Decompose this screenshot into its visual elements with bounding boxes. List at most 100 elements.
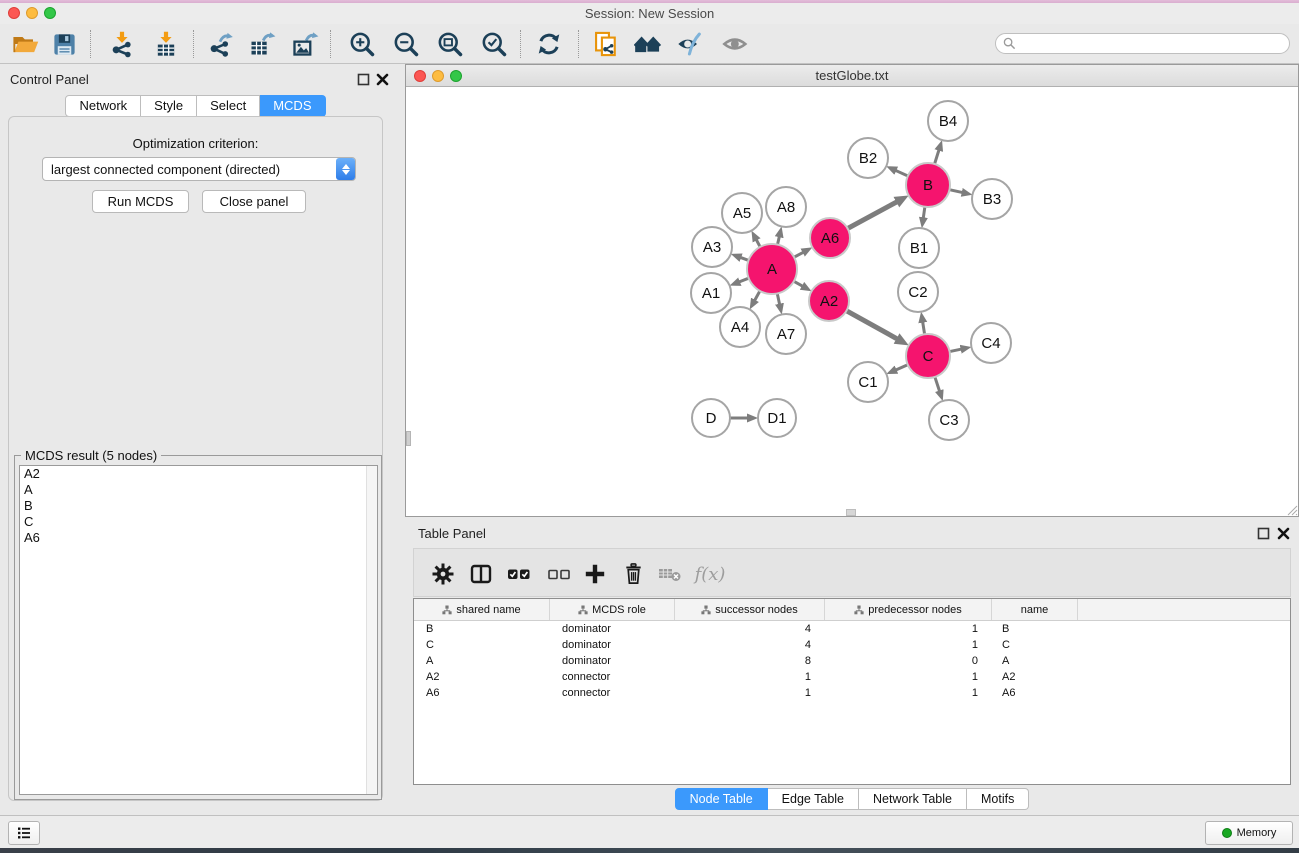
graph-node-label: D — [706, 410, 717, 427]
select-all-columns-button[interactable] — [502, 557, 536, 591]
create-column-button[interactable] — [578, 557, 612, 591]
tab-mcds[interactable]: MCDS — [260, 95, 325, 117]
zoom-fit-button[interactable] — [432, 27, 468, 61]
tab-select[interactable]: Select — [197, 95, 260, 117]
table-row[interactable]: C dominator 4 1 C — [414, 637, 1290, 653]
result-item[interactable]: A — [20, 482, 377, 498]
show-column-panel-button[interactable] — [464, 557, 498, 591]
export-image-button[interactable] — [287, 27, 323, 61]
export-table-button[interactable] — [244, 27, 280, 61]
zoom-network-window-button[interactable] — [450, 70, 462, 82]
graph-node-A[interactable]: A — [747, 244, 797, 294]
table-settings-button[interactable] — [426, 557, 460, 591]
close-panel-icon[interactable] — [376, 73, 389, 86]
attribute-icon — [701, 605, 711, 615]
import-network-button[interactable] — [104, 27, 140, 61]
attribute-icon — [442, 605, 452, 615]
network-vscroll-thumb[interactable] — [406, 431, 411, 446]
memory-button[interactable]: Memory — [1205, 821, 1293, 845]
graph-node-A7[interactable]: A7 — [766, 314, 806, 354]
first-neighbors-button[interactable] — [630, 27, 666, 61]
graph-node-C1[interactable]: C1 — [848, 362, 888, 402]
tab-node-table[interactable]: Node Table — [675, 788, 768, 810]
result-item[interactable]: C — [20, 514, 377, 530]
table-row[interactable]: A2 connector 1 1 A2 — [414, 669, 1290, 685]
hide-selected-button[interactable] — [672, 27, 708, 61]
table-row[interactable]: B dominator 4 1 B — [414, 621, 1290, 637]
cell-predecessor-nodes: 0 — [825, 653, 992, 669]
graph-node-B1[interactable]: B1 — [899, 228, 939, 268]
column-header-mcds-role[interactable]: MCDS role — [550, 599, 675, 620]
result-item[interactable]: B — [20, 498, 377, 514]
graph-node-D1[interactable]: D1 — [758, 399, 796, 437]
close-window-button[interactable] — [8, 7, 20, 19]
minimize-network-window-button[interactable] — [432, 70, 444, 82]
table-row[interactable]: A6 connector 1 1 A6 — [414, 685, 1290, 701]
run-mcds-button[interactable]: Run MCDS — [92, 190, 189, 213]
graph-node-D[interactable]: D — [692, 399, 730, 437]
graph-edge-A2-C[interactable] — [844, 309, 898, 339]
graph-node-B4[interactable]: B4 — [928, 101, 968, 141]
close-network-window-button[interactable] — [414, 70, 426, 82]
column-header-successor-nodes[interactable]: successor nodes — [675, 599, 825, 620]
task-history-button[interactable] — [8, 821, 40, 845]
graph-node-A2[interactable]: A2 — [809, 281, 849, 321]
graph-node-A5[interactable]: A5 — [722, 193, 762, 233]
column-header-shared-name[interactable]: shared name — [414, 599, 550, 620]
graph-node-B2[interactable]: B2 — [848, 138, 888, 178]
app-window: Session: New Session — [0, 0, 1299, 853]
deselect-all-columns-button[interactable] — [542, 557, 576, 591]
graph-node-A4[interactable]: A4 — [720, 307, 760, 347]
graph-node-B[interactable]: B — [906, 163, 950, 207]
zoom-in-button[interactable] — [344, 27, 380, 61]
graph-node-C4[interactable]: C4 — [971, 323, 1011, 363]
network-window-titlebar: testGlobe.txt — [406, 65, 1298, 87]
float-table-panel-icon[interactable] — [1257, 527, 1270, 540]
tab-motifs[interactable]: Motifs — [967, 788, 1029, 810]
column-header-name[interactable]: name — [992, 599, 1078, 620]
graph-edge-A6-B[interactable] — [845, 202, 897, 230]
show-all-button[interactable] — [718, 27, 754, 61]
result-item[interactable]: A6 — [20, 530, 377, 546]
graph-node-B3[interactable]: B3 — [972, 179, 1012, 219]
result-scrollbar[interactable] — [366, 466, 377, 794]
float-panel-icon[interactable] — [357, 73, 370, 86]
minimize-window-button[interactable] — [26, 7, 38, 19]
graph-node-A3[interactable]: A3 — [692, 227, 732, 267]
graph-node-C[interactable]: C — [906, 334, 950, 378]
table-row[interactable]: A dominator 8 0 A — [414, 653, 1290, 669]
delete-column-button[interactable] — [616, 557, 650, 591]
open-session-button[interactable] — [8, 27, 44, 61]
cell-mcds-role: connector — [550, 685, 675, 701]
network-canvas[interactable]: B4 B2 B B3 A8A5 A6 A3 B1 A C2 A1 A2 A4A7 C4 C C1 D D1 C3 — [406, 88, 1298, 516]
graph-node-C3[interactable]: C3 — [929, 400, 969, 440]
column-header-predecessor-nodes[interactable]: predecessor nodes — [825, 599, 992, 620]
search-input[interactable] — [1016, 35, 1289, 52]
tab-network-table[interactable]: Network Table — [859, 788, 967, 810]
tab-network[interactable]: Network — [65, 95, 141, 117]
new-network-from-selection-button[interactable] — [588, 27, 624, 61]
close-panel-button[interactable]: Close panel — [202, 190, 306, 213]
graph-node-C2[interactable]: C2 — [898, 272, 938, 312]
zoom-out-button[interactable] — [388, 27, 424, 61]
tab-edge-table[interactable]: Edge Table — [768, 788, 859, 810]
delete-table-button[interactable] — [652, 557, 686, 591]
refresh-button[interactable] — [531, 27, 567, 61]
function-builder-button[interactable]: f(x) — [688, 557, 732, 591]
resize-grip[interactable] — [1284, 502, 1298, 516]
zoom-window-button[interactable] — [44, 7, 56, 19]
main-titlebar: Session: New Session — [0, 3, 1299, 24]
import-table-button[interactable] — [148, 27, 184, 61]
optimization-criterion-select[interactable]: largest connected component (directed) — [42, 157, 356, 181]
graph-node-A1[interactable]: A1 — [691, 273, 731, 313]
result-item[interactable]: A2 — [20, 466, 377, 482]
graph-node-A6[interactable]: A6 — [810, 218, 850, 258]
zoom-selected-button[interactable] — [476, 27, 512, 61]
select-all-columns-icon — [506, 562, 532, 586]
network-hscroll-thumb[interactable] — [846, 509, 856, 516]
save-session-button[interactable] — [46, 27, 82, 61]
close-table-panel-icon[interactable] — [1277, 527, 1290, 540]
tab-style[interactable]: Style — [141, 95, 197, 117]
export-network-button[interactable] — [202, 27, 238, 61]
graph-node-A8[interactable]: A8 — [766, 187, 806, 227]
